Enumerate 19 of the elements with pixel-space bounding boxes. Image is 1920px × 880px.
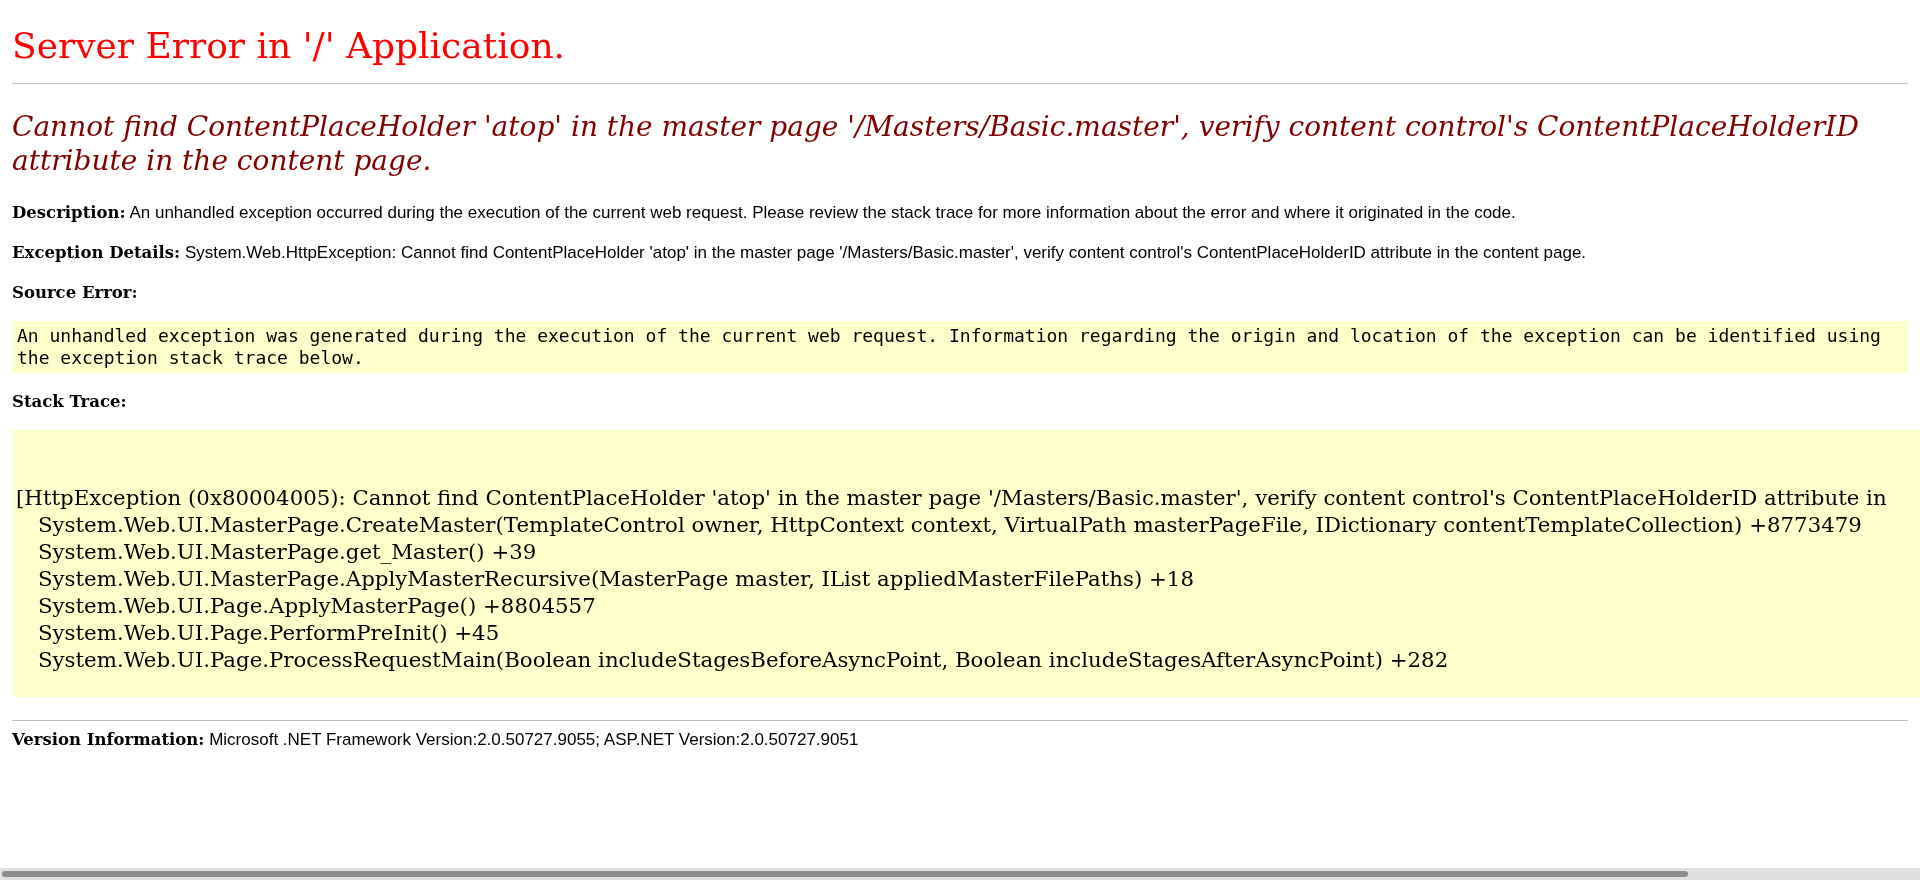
- section-label: Source Error:: [12, 283, 138, 302]
- section-label: Exception Details:: [12, 243, 181, 262]
- section-label: Version Information:: [12, 730, 205, 749]
- horizontal-scrollbar[interactable]: [0, 868, 1920, 880]
- stack-trace-line: System.Web.UI.MasterPage.CreateMaster(TemplateControl owner, HttpContext context, VirtualPath masterPageFile, IDictionary contentTemplateCollection) +8773479: [38, 512, 1862, 537]
- stack-trace-line: System.Web.UI.Page.ProcessRequestMain(Boolean includeStagesBeforeAsyncPoint, Boolean includeStagesAfterAsyncPoint) +282: [38, 647, 1449, 672]
- page-title: Server Error in '/' Application.: [12, 24, 566, 68]
- stack-trace-line: System.Web.UI.Page.ApplyMasterPage() +8804557: [38, 593, 596, 618]
- stack-trace-line: System.Web.UI.MasterPage.get_Master() +39: [38, 539, 537, 564]
- exception-details-text: System.Web.HttpException: Cannot find ContentPlaceHolder 'atop' in the master page '/Masters/Basic.master', verify content control's ContentPlaceHolderID attribute in the content page.: [184, 243, 1587, 262]
- version-text: Microsoft .NET Framework Version:2.0.50727.9055; ASP.NET Version:2.0.50727.9051: [209, 730, 859, 749]
- stack-trace-line: System.Web.UI.MasterPage.ApplyMasterRecursive(MasterPage master, IList appliedMasterFilePaths) +18: [38, 566, 1194, 591]
- section-label: Description:: [12, 203, 126, 222]
- source-error-text: An unhandled exception was generated during the execution of the current web request. Information regarding the origin and location of the exception can be identified using the exception stack trace below.: [12, 321, 1908, 373]
- stack-trace-line: System.Web.UI.Page.PerformPreInit() +45: [38, 620, 500, 645]
- description-text: An unhandled exception occurred during the execution of the current web request. Please review the stack trace for more information about the error and where it originated in the code.: [129, 203, 1516, 222]
- error-message: Cannot find ContentPlaceHolder 'atop' in the master page '/Masters/Basic.master', verify content control's ContentPlaceHolderID attribute in the content page.: [12, 110, 1860, 178]
- stack-trace-line: [HttpException (0x80004005): Cannot find ContentPlaceHolder 'atop' in the master page '/Masters/Basic.master', verify content control's ContentPlaceHolderID attribute in: [16, 485, 1887, 510]
- section-label: Stack Trace:: [12, 392, 127, 411]
